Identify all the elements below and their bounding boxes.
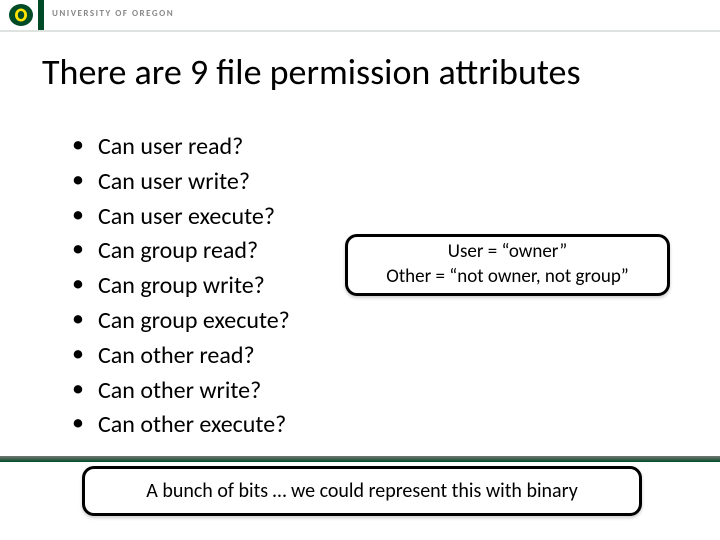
list-item: Can group execute?: [72, 304, 290, 339]
slide: UNIVERSITY OF OREGON There are 9 file pe…: [0, 0, 720, 540]
defs-line-1: User = “owner”: [448, 240, 567, 265]
oregon-o-logo-icon: [6, 2, 36, 28]
institution-name: UNIVERSITY OF OREGON: [52, 8, 174, 19]
list-item: Can other execute?: [72, 408, 290, 443]
list-item: Can other write?: [72, 374, 290, 409]
definitions-callout: User = “owner” Other = “not owner, not g…: [345, 234, 670, 296]
bullet-text: Can other read?: [98, 341, 255, 370]
defs-line-2: Other = “not owner, not group”: [386, 265, 629, 290]
bullet-text: Can user execute?: [98, 202, 275, 231]
slide-title: There are 9 file permission attributes: [42, 50, 682, 94]
list-item: Can group write?: [72, 269, 290, 304]
list-item: Can user write?: [72, 165, 290, 200]
bullet-text: Can group read?: [98, 236, 258, 265]
bullet-text: Can user read?: [98, 132, 243, 161]
footer-callout: A bunch of bits … we could represent thi…: [82, 466, 642, 516]
footer-text: A bunch of bits … we could represent thi…: [146, 479, 578, 503]
list-item: Can user read?: [72, 130, 290, 165]
divider-stripe: [38, 0, 44, 30]
bullet-text: Can group execute?: [98, 306, 290, 335]
bullet-text: Can other execute?: [98, 410, 286, 439]
bullet-text: Can group write?: [98, 271, 265, 300]
bullet-list: Can user read? Can user write? Can user …: [72, 130, 290, 443]
bullet-text: Can user write?: [98, 167, 250, 196]
list-item: Can group read?: [72, 234, 290, 269]
header-bar: UNIVERSITY OF OREGON: [0, 0, 720, 32]
list-item: Can user execute?: [72, 200, 290, 235]
list-item: Can other read?: [72, 339, 290, 374]
bullet-text: Can other write?: [98, 376, 261, 405]
footer-band-edge: [0, 456, 720, 462]
